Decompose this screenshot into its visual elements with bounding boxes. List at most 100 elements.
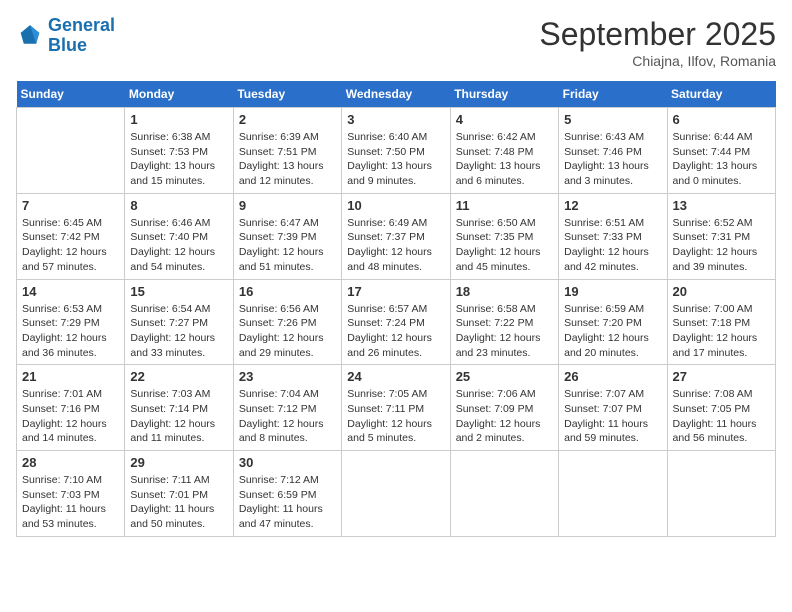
calendar-cell: 26Sunrise: 7:07 AM Sunset: 7:07 PM Dayli… (559, 365, 667, 451)
day-number: 2 (239, 112, 336, 127)
day-number: 29 (130, 455, 227, 470)
calendar-cell: 8 Sunrise: 6:46 AM Sunset: 7:40 PM Daylig… (125, 193, 233, 279)
day-info: Sunrise: 6:46 AM Sunset: 7:40 PM Dayligh… (130, 216, 227, 275)
day-number: 25 (456, 369, 553, 384)
calendar-cell: 20Sunrise: 7:00 AM Sunset: 7:18 PM Dayli… (667, 279, 775, 365)
month-title: September 2025 (539, 16, 776, 53)
day-info: Sunrise: 7:01 AM Sunset: 7:16 PM Dayligh… (22, 387, 119, 446)
calendar-cell: 13Sunrise: 6:52 AM Sunset: 7:31 PM Dayli… (667, 193, 775, 279)
day-number: 23 (239, 369, 336, 384)
day-info: Sunrise: 6:42 AM Sunset: 7:48 PM Dayligh… (456, 130, 553, 189)
logo-icon (16, 22, 44, 50)
calendar-cell: 25 Sunrise: 7:06 AM Sunset: 7:09 PM Dayli… (450, 365, 558, 451)
calendar-cell: 24Sunrise: 7:05 AM Sunset: 7:11 PM Dayli… (342, 365, 450, 451)
calendar-cell (17, 108, 125, 194)
day-info: Sunrise: 6:57 AM Sunset: 7:24 PM Dayligh… (347, 302, 444, 361)
day-number: 14 (22, 284, 119, 299)
calendar-cell: 10 Sunrise: 6:49 AM Sunset: 7:37 PM Dayli… (342, 193, 450, 279)
calendar-cell: 21 Sunrise: 7:01 AM Sunset: 7:16 PM Dayli… (17, 365, 125, 451)
page-header: General Blue September 2025 Chiajna, Ilf… (16, 16, 776, 69)
weekday-header-row: SundayMondayTuesdayWednesdayThursdayFrid… (17, 81, 776, 108)
calendar-cell: 5 Sunrise: 6:43 AM Sunset: 7:46 PM Daylig… (559, 108, 667, 194)
day-info: Sunrise: 6:38 AM Sunset: 7:53 PM Dayligh… (130, 130, 227, 189)
calendar-cell: 7Sunrise: 6:45 AM Sunset: 7:42 PM Daylig… (17, 193, 125, 279)
day-info: Sunrise: 6:44 AM Sunset: 7:44 PM Dayligh… (673, 130, 770, 189)
calendar-cell: 18 Sunrise: 6:58 AM Sunset: 7:22 PM Dayli… (450, 279, 558, 365)
day-number: 18 (456, 284, 553, 299)
calendar-cell: 11Sunrise: 6:50 AM Sunset: 7:35 PM Dayli… (450, 193, 558, 279)
day-info: Sunrise: 6:40 AM Sunset: 7:50 PM Dayligh… (347, 130, 444, 189)
day-info: Sunrise: 7:04 AM Sunset: 7:12 PM Dayligh… (239, 387, 336, 446)
title-block: September 2025 Chiajna, Ilfov, Romania (539, 16, 776, 69)
calendar-cell (450, 451, 558, 537)
day-info: Sunrise: 6:51 AM Sunset: 7:33 PM Dayligh… (564, 216, 661, 275)
calendar-cell: 29 Sunrise: 7:11 AM Sunset: 7:01 PM Dayli… (125, 451, 233, 537)
weekday-header-monday: Monday (125, 81, 233, 108)
calendar-cell: 2 Sunrise: 6:39 AM Sunset: 7:51 PM Daylig… (233, 108, 341, 194)
day-number: 21 (22, 369, 119, 384)
day-info: Sunrise: 7:05 AM Sunset: 7:11 PM Dayligh… (347, 387, 444, 446)
weekday-header-saturday: Saturday (667, 81, 775, 108)
calendar-week-5: 28Sunrise: 7:10 AM Sunset: 7:03 PM Dayli… (17, 451, 776, 537)
calendar-cell: 28Sunrise: 7:10 AM Sunset: 7:03 PM Dayli… (17, 451, 125, 537)
day-number: 17 (347, 284, 444, 299)
weekday-header-tuesday: Tuesday (233, 81, 341, 108)
logo: General Blue (16, 16, 115, 56)
day-info: Sunrise: 6:56 AM Sunset: 7:26 PM Dayligh… (239, 302, 336, 361)
day-info: Sunrise: 6:59 AM Sunset: 7:20 PM Dayligh… (564, 302, 661, 361)
calendar-cell: 9 Sunrise: 6:47 AM Sunset: 7:39 PM Daylig… (233, 193, 341, 279)
day-number: 4 (456, 112, 553, 127)
day-info: Sunrise: 7:11 AM Sunset: 7:01 PM Dayligh… (130, 473, 227, 532)
day-number: 20 (673, 284, 770, 299)
day-number: 19 (564, 284, 661, 299)
day-number: 12 (564, 198, 661, 213)
calendar-cell (667, 451, 775, 537)
calendar-cell: 12 Sunrise: 6:51 AM Sunset: 7:33 PM Dayli… (559, 193, 667, 279)
calendar-cell: 15 Sunrise: 6:54 AM Sunset: 7:27 PM Dayli… (125, 279, 233, 365)
day-info: Sunrise: 6:43 AM Sunset: 7:46 PM Dayligh… (564, 130, 661, 189)
calendar-cell: 30 Sunrise: 7:12 AM Sunset: 6:59 PM Dayli… (233, 451, 341, 537)
day-number: 16 (239, 284, 336, 299)
calendar-week-3: 14 Sunrise: 6:53 AM Sunset: 7:29 PM Dayli… (17, 279, 776, 365)
day-number: 5 (564, 112, 661, 127)
day-number: 30 (239, 455, 336, 470)
day-number: 22 (130, 369, 227, 384)
day-info: Sunrise: 6:54 AM Sunset: 7:27 PM Dayligh… (130, 302, 227, 361)
day-info: Sunrise: 7:06 AM Sunset: 7:09 PM Dayligh… (456, 387, 553, 446)
day-number: 27 (673, 369, 770, 384)
day-number: 9 (239, 198, 336, 213)
day-number: 6 (673, 112, 770, 127)
day-info: Sunrise: 7:07 AM Sunset: 7:07 PM Dayligh… (564, 387, 661, 446)
logo-blue: Blue (48, 35, 87, 55)
day-number: 7 (22, 198, 119, 213)
calendar-cell: 19 Sunrise: 6:59 AM Sunset: 7:20 PM Dayli… (559, 279, 667, 365)
calendar-cell: 22 Sunrise: 7:03 AM Sunset: 7:14 PM Dayli… (125, 365, 233, 451)
calendar-week-1: 1 Sunrise: 6:38 AM Sunset: 7:53 PM Daylig… (17, 108, 776, 194)
day-number: 1 (130, 112, 227, 127)
calendar-cell: 4 Sunrise: 6:42 AM Sunset: 7:48 PM Daylig… (450, 108, 558, 194)
calendar-cell: 23 Sunrise: 7:04 AM Sunset: 7:12 PM Dayli… (233, 365, 341, 451)
day-number: 15 (130, 284, 227, 299)
day-number: 3 (347, 112, 444, 127)
day-info: Sunrise: 6:49 AM Sunset: 7:37 PM Dayligh… (347, 216, 444, 275)
day-info: Sunrise: 6:47 AM Sunset: 7:39 PM Dayligh… (239, 216, 336, 275)
day-info: Sunrise: 7:12 AM Sunset: 6:59 PM Dayligh… (239, 473, 336, 532)
day-info: Sunrise: 6:53 AM Sunset: 7:29 PM Dayligh… (22, 302, 119, 361)
logo-text: General Blue (48, 16, 115, 56)
weekday-header-thursday: Thursday (450, 81, 558, 108)
day-number: 10 (347, 198, 444, 213)
calendar-week-2: 7Sunrise: 6:45 AM Sunset: 7:42 PM Daylig… (17, 193, 776, 279)
calendar-cell (559, 451, 667, 537)
location-subtitle: Chiajna, Ilfov, Romania (539, 53, 776, 69)
calendar-cell: 27 Sunrise: 7:08 AM Sunset: 7:05 PM Dayli… (667, 365, 775, 451)
calendar-cell: 16 Sunrise: 6:56 AM Sunset: 7:26 PM Dayli… (233, 279, 341, 365)
calendar-week-4: 21 Sunrise: 7:01 AM Sunset: 7:16 PM Dayli… (17, 365, 776, 451)
calendar-cell: 1 Sunrise: 6:38 AM Sunset: 7:53 PM Daylig… (125, 108, 233, 194)
calendar-cell: 17 Sunrise: 6:57 AM Sunset: 7:24 PM Dayli… (342, 279, 450, 365)
day-number: 28 (22, 455, 119, 470)
day-info: Sunrise: 6:58 AM Sunset: 7:22 PM Dayligh… (456, 302, 553, 361)
day-info: Sunrise: 6:39 AM Sunset: 7:51 PM Dayligh… (239, 130, 336, 189)
day-info: Sunrise: 7:03 AM Sunset: 7:14 PM Dayligh… (130, 387, 227, 446)
day-info: Sunrise: 7:08 AM Sunset: 7:05 PM Dayligh… (673, 387, 770, 446)
day-number: 8 (130, 198, 227, 213)
